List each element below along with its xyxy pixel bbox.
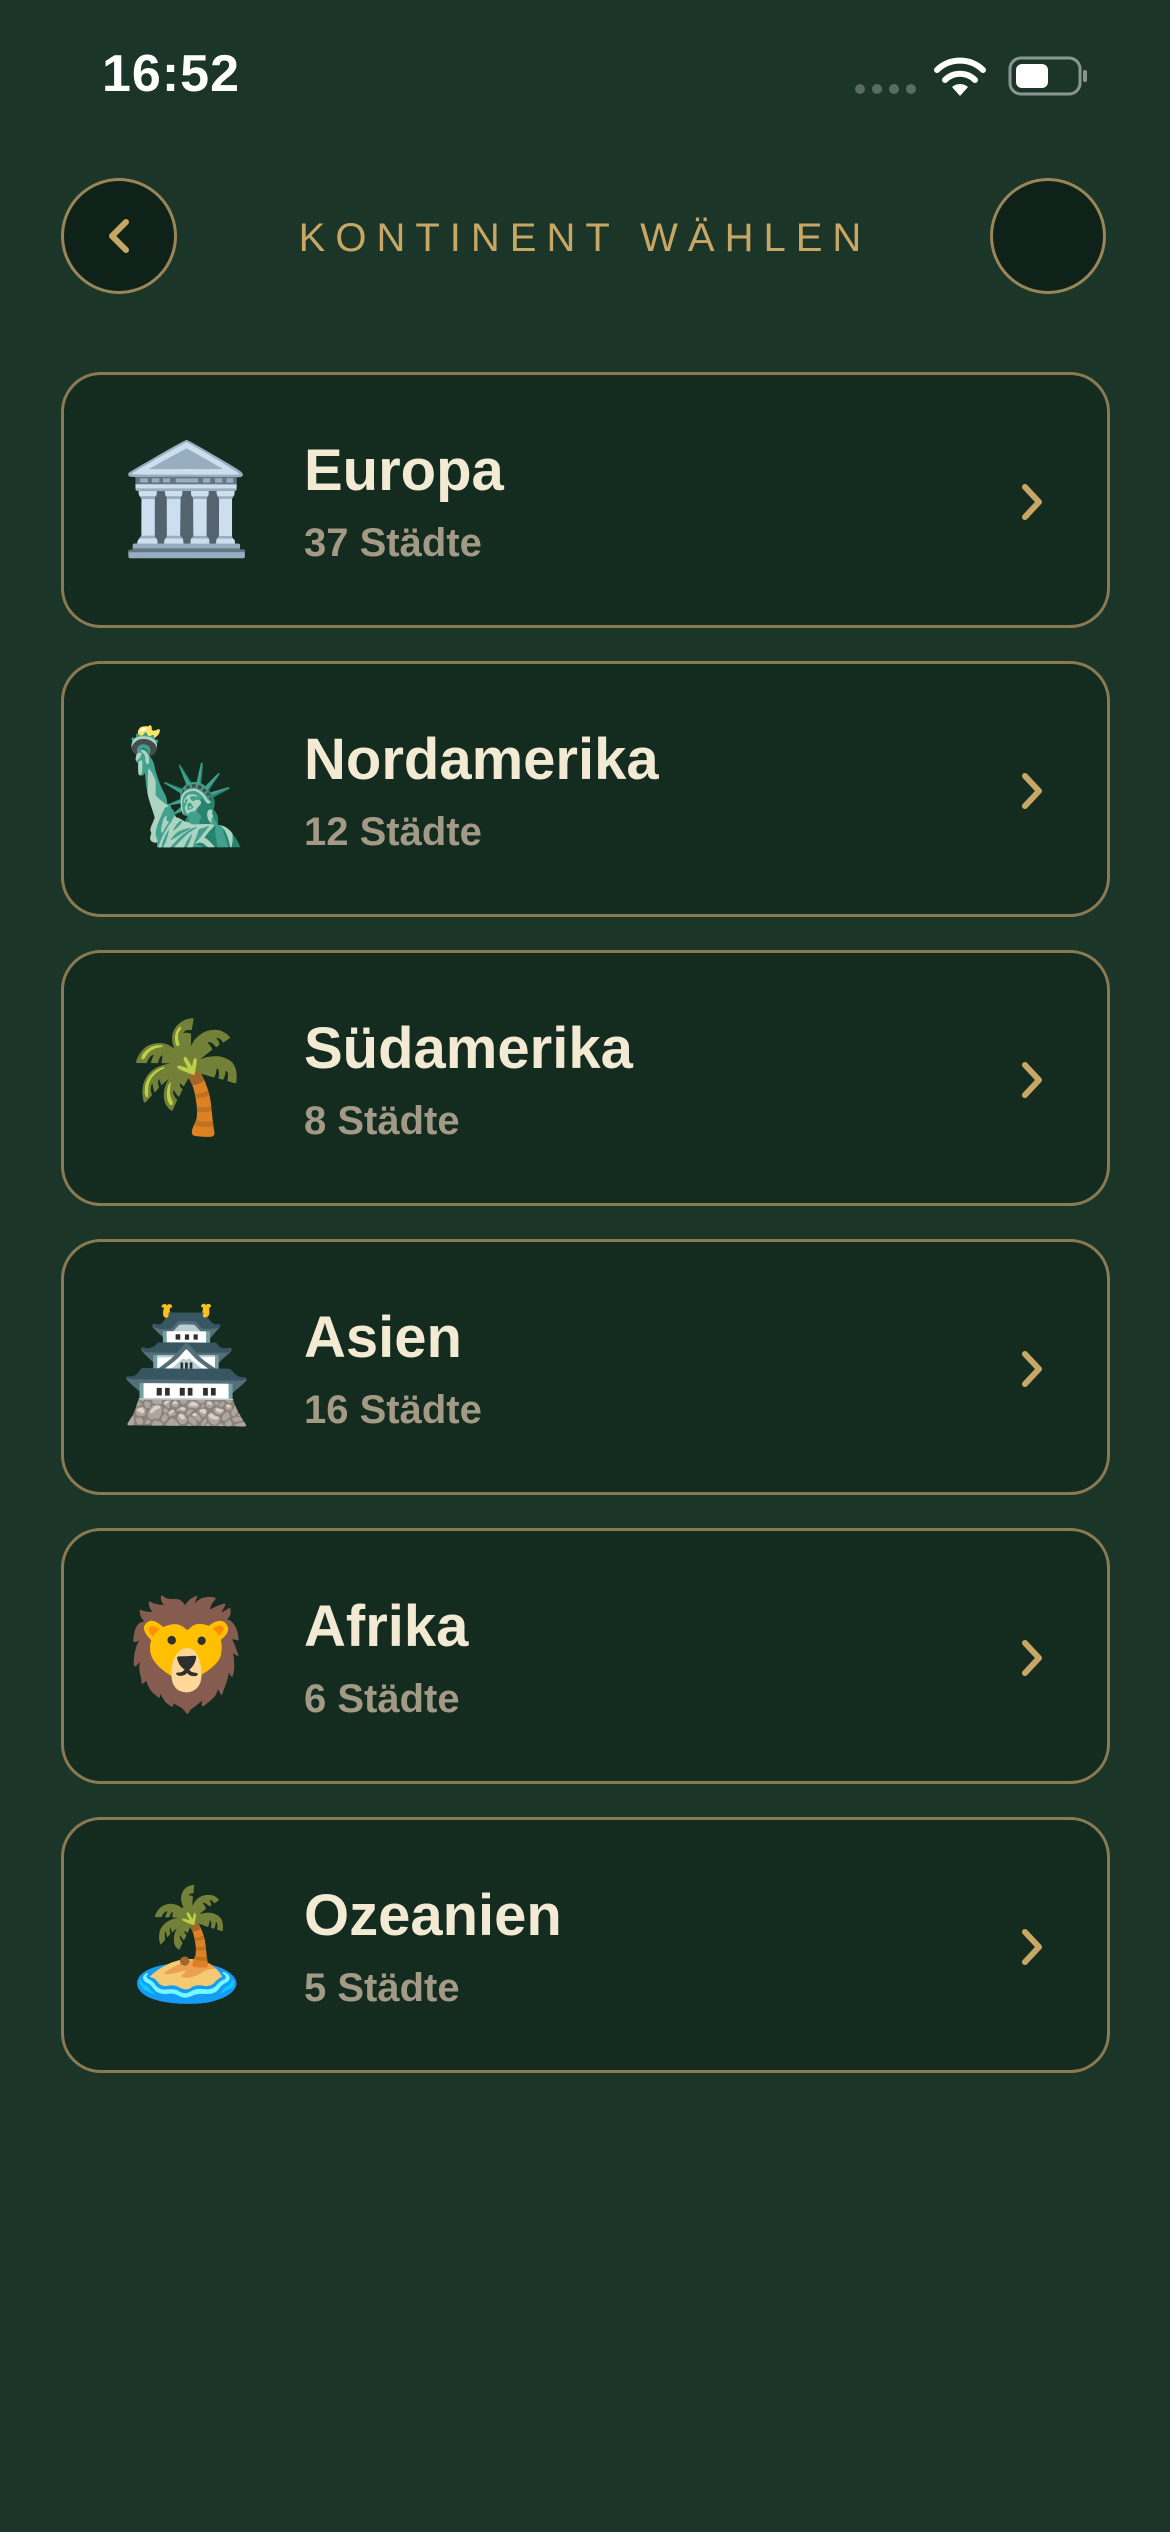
chevron-left-icon [109, 219, 129, 253]
chevron-right-icon [1022, 1351, 1042, 1387]
header: KONTINENT WÄHLEN [0, 178, 1170, 300]
cellular-signal-icon [855, 84, 916, 94]
continent-name: Ozeanien [304, 1883, 562, 1948]
chevron-right-icon [1022, 773, 1042, 809]
city-count: 16 Städte [304, 1388, 482, 1432]
header-right-button[interactable] [990, 178, 1106, 294]
continent-name: Nordamerika [304, 727, 659, 792]
palm-tree-icon: 🌴 [119, 1015, 255, 1140]
city-count: 12 Städte [304, 810, 482, 854]
wifi-icon [934, 57, 986, 96]
continent-card-nordamerika[interactable]: 🗽 Nordamerika 12 Städte [61, 661, 1110, 917]
continent-card-asien[interactable]: 🏯 Asien 16 Städte [61, 1239, 1110, 1495]
page-title: KONTINENT WÄHLEN [298, 216, 872, 260]
japanese-castle-icon: 🏯 [119, 1304, 255, 1429]
continent-name: Afrika [304, 1594, 469, 1659]
chevron-right-icon [1022, 484, 1042, 520]
desert-island-icon: 🏝️ [119, 1882, 255, 2007]
continent-card-europa[interactable]: 🏛️ Europa 37 Städte [61, 372, 1110, 628]
status-time: 16:52 [102, 45, 240, 103]
continent-list: 🏛️ Europa 37 Städte 🗽 Nordamerika 12 Stä… [61, 372, 1110, 2106]
continent-name: Südamerika [304, 1016, 633, 1081]
back-button[interactable] [61, 178, 177, 294]
statue-of-liberty-icon: 🗽 [119, 726, 255, 851]
continent-name: Asien [304, 1305, 462, 1370]
lion-icon: 🦁 [119, 1593, 255, 1718]
city-count: 8 Städte [304, 1099, 460, 1143]
battery-icon [1008, 56, 1087, 96]
chevron-right-icon [1022, 1062, 1042, 1098]
continent-card-suedamerika[interactable]: 🌴 Südamerika 8 Städte [61, 950, 1110, 1206]
city-count: 37 Städte [304, 521, 482, 565]
city-count: 5 Städte [304, 1966, 460, 2010]
continent-card-ozeanien[interactable]: 🏝️ Ozeanien 5 Städte [61, 1817, 1110, 2073]
city-count: 6 Städte [304, 1677, 460, 1721]
continent-name: Europa [304, 438, 504, 503]
chevron-right-icon [1022, 1929, 1042, 1965]
chevron-right-icon [1022, 1640, 1042, 1676]
status-bar: 16:52 [0, 0, 1170, 150]
continent-card-afrika[interactable]: 🦁 Afrika 6 Städte [61, 1528, 1110, 1784]
classical-building-icon: 🏛️ [119, 437, 255, 562]
